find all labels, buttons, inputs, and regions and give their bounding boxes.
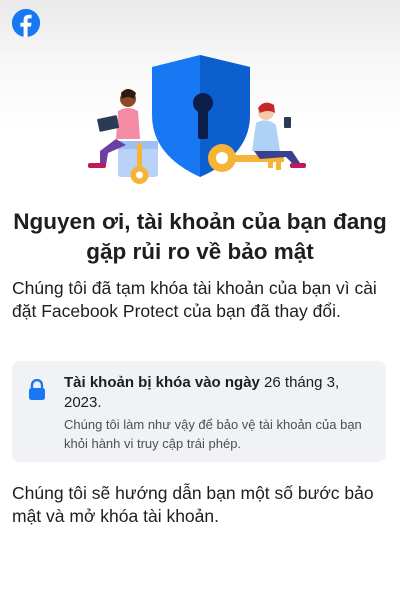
locked-detail-text: Chúng tôi làm như vậy để bảo vệ tài khoả…	[64, 417, 362, 451]
security-shield-illustration	[88, 55, 306, 184]
locked-label: Tài khoản bị khóa vào ngày	[64, 374, 260, 391]
locked-date-text: Tài khoản bị khóa vào ngày 26 tháng 3, 2…	[64, 373, 376, 413]
guide-text: Chúng tôi sẽ hướng dẫn bạn một số bước b…	[12, 483, 374, 526]
facebook-logo-icon[interactable]	[12, 9, 40, 37]
lock-icon	[29, 379, 45, 400]
person-with-laptop-figure	[88, 89, 158, 177]
page-title: Nguyen ơi, tài khoản của bạn đang gặp rủ…	[13, 209, 387, 264]
account-locked-notice: Tài khoản bị khóa vào ngày 26 tháng 3, 2…	[12, 361, 386, 462]
lock-description: Chúng tôi đã tạm khóa tài khoản của bạn …	[12, 278, 377, 321]
